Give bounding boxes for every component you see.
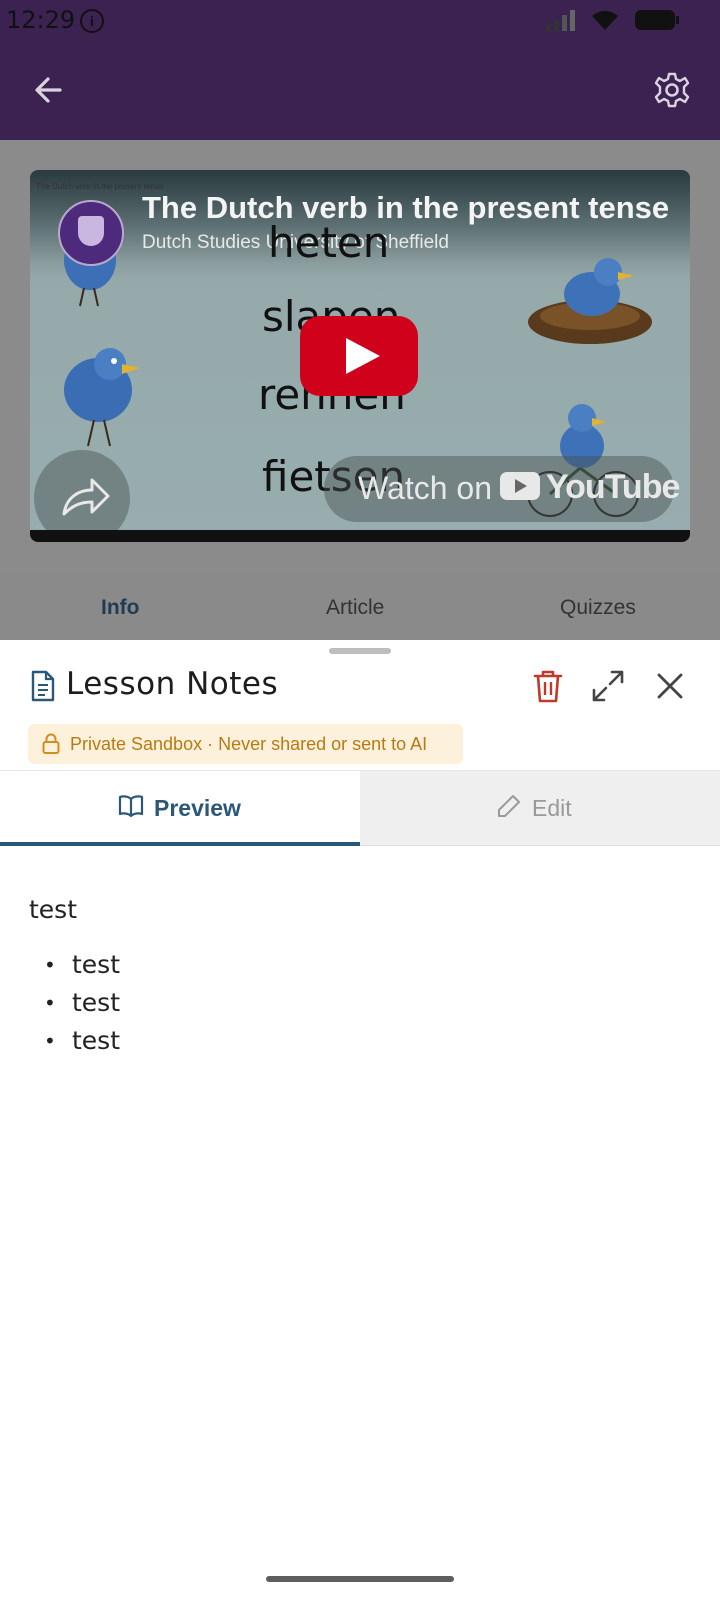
status-bar: 12:29 i xyxy=(0,0,720,40)
video-word: heten xyxy=(268,218,390,267)
tab-quizzes[interactable]: Quizzes xyxy=(560,596,636,620)
bird-nest-illustration xyxy=(528,258,652,344)
sheet-title: Lesson Notes xyxy=(66,666,279,702)
lesson-notes-sheet: Lesson Notes Private Sandbox · Never sha… xyxy=(0,640,720,1600)
pencil-icon xyxy=(498,795,520,817)
youtube-play-icon xyxy=(500,472,540,500)
note-list: test test test xyxy=(42,946,120,1060)
gear-icon[interactable] xyxy=(652,70,692,110)
book-open-icon xyxy=(118,795,144,818)
watch-on-label: Watch on xyxy=(358,470,492,506)
share-button[interactable] xyxy=(34,450,130,542)
battery-icon xyxy=(635,10,679,30)
home-indicator[interactable] xyxy=(266,1576,454,1582)
status-time: 12:29 xyxy=(6,6,76,34)
share-icon xyxy=(62,478,110,516)
wifi-icon xyxy=(592,10,618,30)
play-button[interactable] xyxy=(300,316,418,396)
drag-handle[interactable] xyxy=(329,648,391,654)
bird-illustration xyxy=(64,348,140,447)
video-player[interactable]: The Dutch verb in the present tense The … xyxy=(30,170,690,542)
video-progress-track[interactable] xyxy=(30,530,690,542)
watch-on-youtube-button[interactable]: Watch on YouTube xyxy=(324,456,680,522)
expand-icon[interactable] xyxy=(588,666,628,706)
tab-edit[interactable]: Edit xyxy=(360,770,720,846)
arrow-left-icon[interactable] xyxy=(30,70,70,110)
privacy-badge-text: Private Sandbox · Never shared or sent t… xyxy=(70,734,428,754)
list-item: test xyxy=(42,984,120,1022)
lock-icon xyxy=(42,733,60,754)
list-item: test xyxy=(42,946,120,984)
tab-preview-label: Preview xyxy=(154,795,241,821)
tab-edit-label: Edit xyxy=(532,795,572,821)
app-bar xyxy=(0,40,720,140)
note-paragraph: test xyxy=(29,895,78,924)
tab-article[interactable]: Article xyxy=(326,596,384,620)
tab-info[interactable]: Info xyxy=(101,596,139,620)
document-icon xyxy=(31,670,55,702)
info-icon: i xyxy=(80,9,104,33)
status-icons xyxy=(546,8,680,32)
close-icon[interactable] xyxy=(650,666,690,706)
tab-preview[interactable]: Preview xyxy=(0,770,360,846)
signal-icon xyxy=(546,10,575,31)
youtube-wordmark: YouTube xyxy=(546,468,680,506)
list-item: test xyxy=(42,1022,120,1060)
privacy-badge: Private Sandbox · Never shared or sent t… xyxy=(28,724,463,764)
trash-icon[interactable] xyxy=(530,668,566,704)
channel-avatar[interactable] xyxy=(58,200,124,266)
video-title[interactable]: The Dutch verb in the present tense xyxy=(142,190,669,226)
